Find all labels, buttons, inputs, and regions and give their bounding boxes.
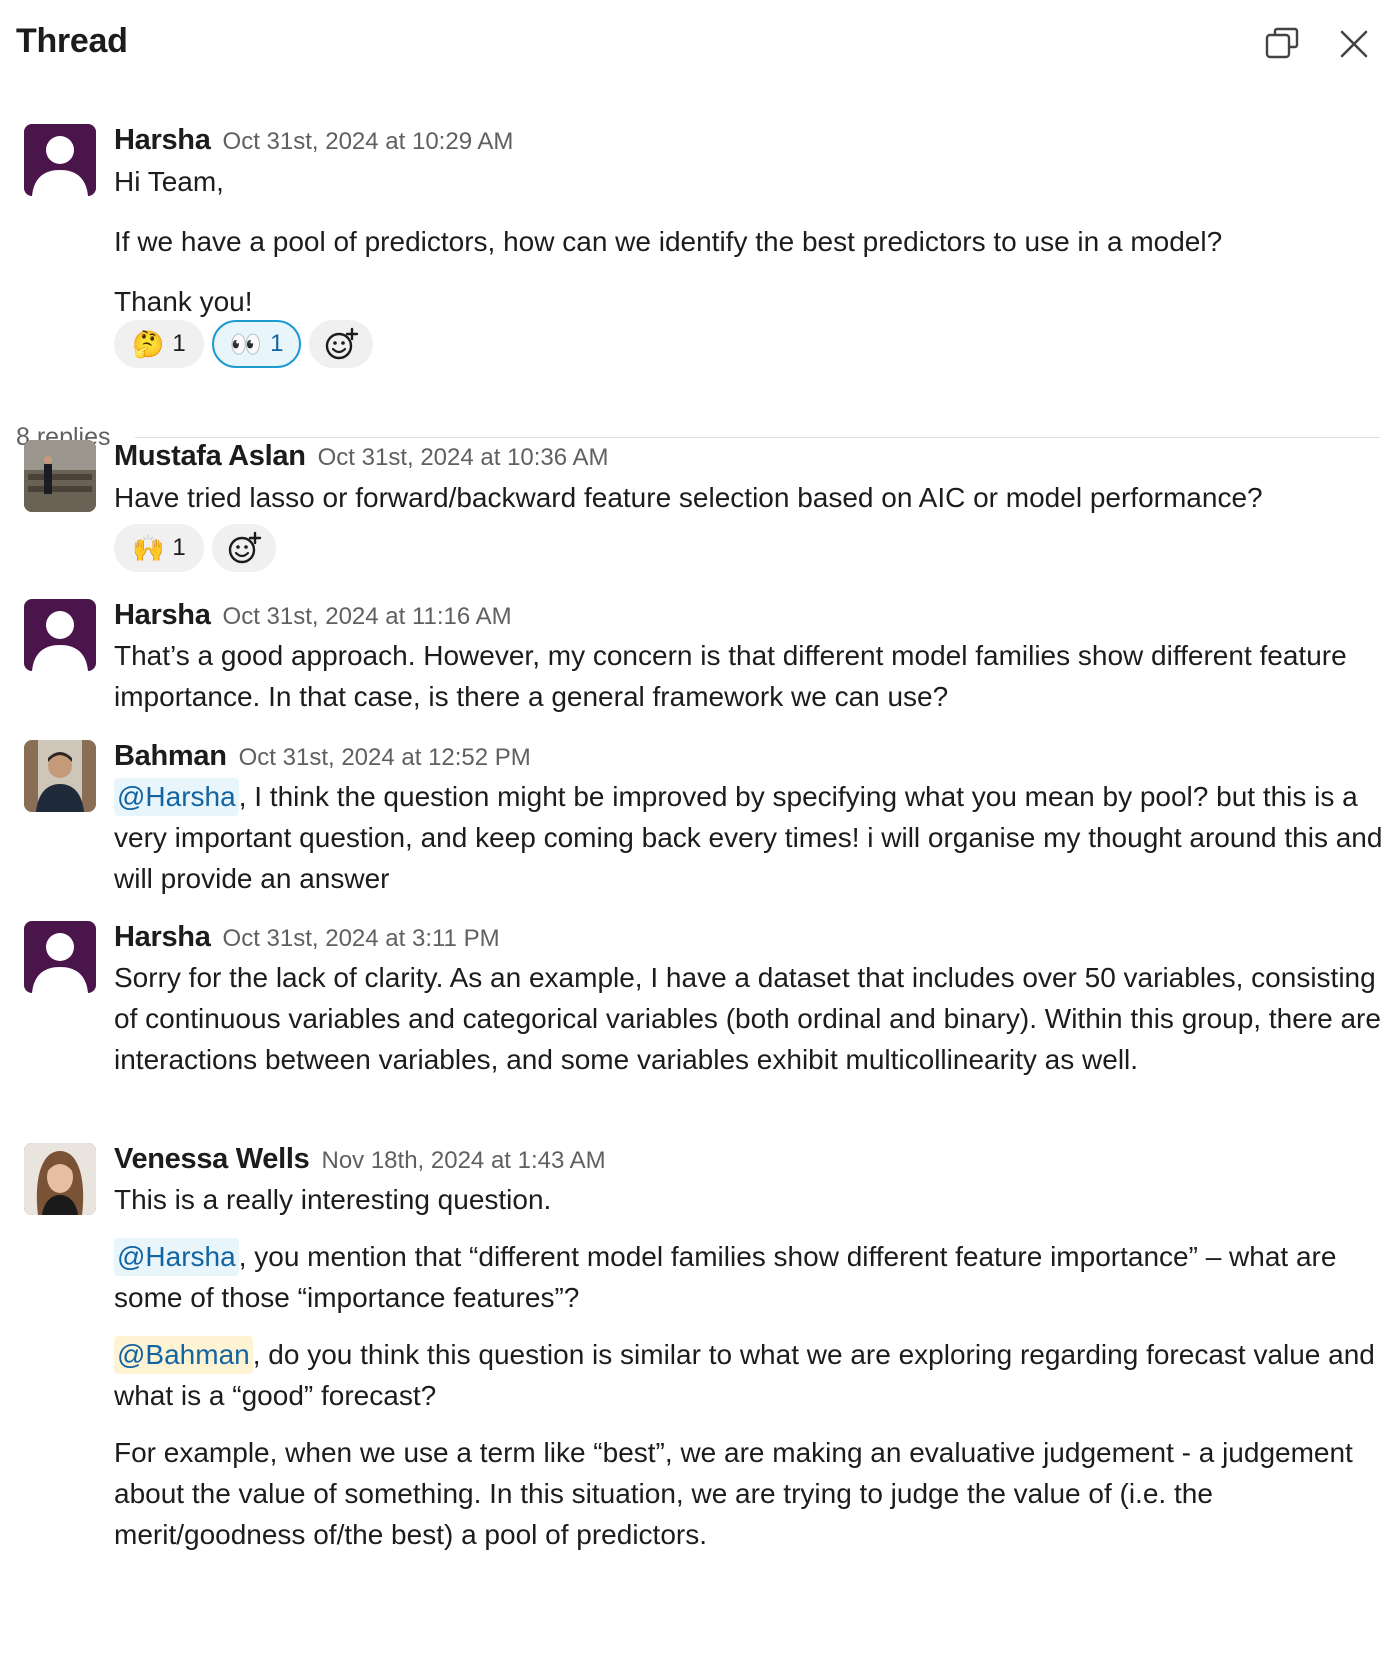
message-body: This is a really interesting question. @… [114, 1179, 1394, 1555]
message-text: Sorry for the lack of clarity. As an exa… [114, 962, 1381, 1075]
avatar[interactable] [24, 599, 96, 671]
timestamp[interactable]: Oct 31st, 2024 at 3:11 PM [223, 925, 500, 952]
timestamp[interactable]: Oct 31st, 2024 at 10:36 AM [318, 444, 609, 471]
message-text: Hi Team, [114, 166, 224, 197]
author-name[interactable]: Mustafa Aslan [114, 440, 306, 472]
message-header: Mustafa Aslan Oct 31st, 2024 at 10:36 AM [114, 440, 608, 473]
message-text: Have tried lasso or forward/backward fea… [114, 482, 1263, 513]
message-text: @Harsha, I think the question might be i… [114, 776, 1384, 899]
message-text-fragment: , you mention that “different model fami… [114, 1241, 1337, 1313]
reaction-raised-hands[interactable]: 🙌 1 [114, 524, 204, 572]
user-mention[interactable]: @Harsha [114, 778, 239, 816]
default-avatar-icon [32, 933, 88, 993]
add-reaction-icon [326, 327, 359, 360]
message-header: Harsha Oct 31st, 2024 at 11:16 AM [114, 599, 512, 632]
message-text: Thank you! [114, 286, 253, 317]
raised-hands-icon: 🙌 [132, 532, 165, 563]
timestamp[interactable]: Oct 31st, 2024 at 10:29 AM [223, 128, 514, 155]
eyes-icon: 👀 [229, 328, 263, 359]
avatar[interactable] [24, 440, 96, 512]
author-name[interactable]: Harsha [114, 599, 211, 631]
reactions-bar: 🙌 1 [114, 524, 276, 572]
reaction-count: 1 [172, 330, 186, 357]
close-button[interactable] [1334, 24, 1374, 64]
timestamp[interactable]: Nov 18th, 2024 at 1:43 AM [321, 1147, 605, 1174]
timestamp[interactable]: Oct 31st, 2024 at 12:52 PM [239, 744, 531, 771]
message-body: Hi Team, If we have a pool of predictors… [114, 160, 1384, 324]
message-header: Bahman Oct 31st, 2024 at 12:52 PM [114, 740, 531, 773]
message-header: Harsha Oct 31st, 2024 at 3:11 PM [114, 921, 500, 954]
message-header: Venessa Wells Nov 18th, 2024 at 1:43 AM [114, 1143, 606, 1176]
message-header: Harsha Oct 31st, 2024 at 10:29 AM [114, 124, 513, 157]
popout-button[interactable] [1262, 24, 1302, 64]
timestamp[interactable]: Oct 31st, 2024 at 11:16 AM [223, 603, 512, 630]
avatar[interactable] [24, 124, 96, 196]
message-text: @Harsha, you mention that “different mod… [114, 1236, 1394, 1318]
user-mention[interactable]: @Bahman [114, 1336, 253, 1374]
thinking-face-icon: 🤔 [132, 328, 165, 359]
author-name[interactable]: Harsha [114, 124, 211, 156]
close-icon [1340, 30, 1368, 58]
message-text: @Bahman, do you think this question is s… [114, 1334, 1394, 1416]
divider-line [134, 436, 1380, 438]
thread-title: Thread [16, 22, 128, 60]
message-body: Have tried lasso or forward/backward fea… [114, 476, 1384, 520]
message-text: If we have a pool of predictors, how can… [114, 226, 1223, 257]
thread-header: Thread [0, 0, 1396, 90]
default-avatar-icon [32, 611, 88, 671]
reactions-bar: 🤔 1 👀 1 [114, 320, 374, 368]
avatar[interactable] [24, 1143, 96, 1215]
message-text: For example, when we use a term like “be… [114, 1437, 1353, 1550]
message-text-fragment: , do you think this question is similar … [114, 1339, 1375, 1411]
message-text: This is a really interesting question. [114, 1184, 552, 1215]
author-name[interactable]: Harsha [114, 921, 211, 953]
author-name[interactable]: Bahman [114, 740, 227, 772]
user-photo-icon [24, 1143, 96, 1215]
message-body: @Harsha, I think the question might be i… [114, 776, 1384, 899]
author-name[interactable]: Venessa Wells [114, 1143, 310, 1175]
user-photo-icon [24, 440, 96, 512]
reaction-count: 1 [172, 534, 186, 561]
reaction-count: 1 [270, 330, 284, 357]
add-reaction-button[interactable] [211, 524, 276, 572]
add-reaction-button[interactable] [309, 320, 374, 368]
user-photo-icon [24, 740, 96, 812]
user-mention[interactable]: @Harsha [114, 1238, 239, 1276]
message-body: Sorry for the lack of clarity. As an exa… [114, 957, 1394, 1080]
avatar[interactable] [24, 740, 96, 812]
message-body: That’s a good approach. However, my conc… [114, 635, 1384, 717]
default-avatar-icon [32, 136, 88, 196]
reaction-eyes[interactable]: 👀 1 [211, 320, 302, 368]
popout-icon [1265, 27, 1299, 59]
avatar[interactable] [24, 921, 96, 993]
reaction-thinking[interactable]: 🤔 1 [114, 320, 204, 368]
message-text: That’s a good approach. However, my conc… [114, 640, 1347, 712]
message-text-fragment: , I think the question might be improved… [114, 781, 1383, 894]
add-reaction-icon [228, 531, 261, 564]
